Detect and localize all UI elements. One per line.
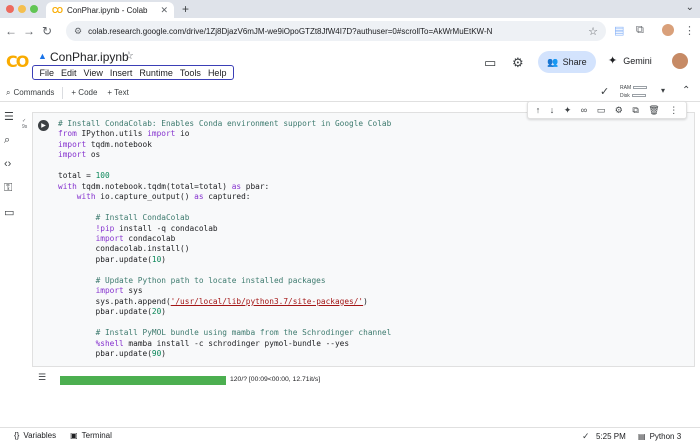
profile-avatar-icon[interactable]: [662, 24, 674, 39]
search-icon: ⌕: [6, 87, 11, 97]
new-tab-button[interactable]: +: [182, 2, 189, 16]
status-bar: {} Variables ▣ Terminal ✓ 5:25 PM ▤ Pyth…: [0, 427, 700, 443]
tab-title: ConPhar.ipynb - Colab: [67, 5, 148, 15]
browser-menu-icon[interactable]: ⋮: [684, 24, 695, 37]
extensions-puzzle-icon[interactable]: ⧉: [636, 24, 644, 37]
menu-tools[interactable]: Tools: [176, 68, 204, 78]
run-cell-button[interactable]: ▶: [38, 120, 49, 131]
cell-settings-icon[interactable]: ⚙: [615, 105, 623, 116]
runtime-label: Python 3: [649, 432, 682, 441]
gemini-sparkle-icon: ✦: [608, 55, 618, 67]
google-drive-icon: ▲: [38, 51, 47, 61]
bookmark-star-icon[interactable]: ☆: [588, 25, 598, 38]
progress-text: 120/? [00:09<00:00, 12.71it/s]: [230, 376, 321, 383]
forward-arrow-icon[interactable]: →: [20, 24, 38, 38]
resource-monitor[interactable]: RAM Disk: [620, 84, 648, 100]
terminal-button[interactable]: ▣ Terminal: [70, 431, 112, 440]
menu-runtime[interactable]: Runtime: [136, 68, 177, 78]
address-bar: ← → ↻ ⚙ colab.research.google.com/drive/…: [0, 18, 700, 44]
menu-bar: File Edit View Insert Runtime Tools Help: [32, 65, 234, 80]
runtime-status[interactable]: ▤ Python 3: [638, 432, 681, 441]
link-icon[interactable]: ∞: [581, 105, 587, 115]
window-maximize-button[interactable]: [30, 5, 38, 13]
add-text-button[interactable]: + Text: [107, 88, 128, 97]
files-folder-icon[interactable]: ▭: [4, 206, 14, 219]
commands-button[interactable]: ⌕ Commands: [6, 88, 54, 98]
comment-icon[interactable]: ▭: [484, 55, 496, 71]
ram-label: RAM: [620, 85, 632, 91]
gemini-button[interactable]: ✦ Gemini: [608, 54, 652, 67]
terminal-icon: ▣: [70, 431, 78, 440]
browser-tab-bar: CO ConPhar.ipynb - Colab ✕ + ⌄: [0, 0, 700, 18]
cell-more-icon[interactable]: ⋮: [669, 105, 678, 116]
menu-help[interactable]: Help: [204, 68, 230, 78]
code-editor[interactable]: # Install CondaColab: Enables Conda envi…: [58, 119, 678, 359]
window-minimize-button[interactable]: [18, 5, 26, 13]
url-text: colab.research.google.com/drive/1Zj8Djaz…: [88, 26, 493, 36]
terminal-label: Terminal: [81, 431, 112, 440]
window-close-button[interactable]: [6, 5, 14, 13]
back-arrow-icon[interactable]: ←: [2, 24, 20, 38]
ram-bar: [633, 86, 648, 90]
gemini-label: Gemini: [623, 55, 652, 66]
menu-insert[interactable]: Insert: [106, 68, 136, 78]
settings-gear-icon[interactable]: ⚙: [512, 55, 524, 71]
status-time: 5:25 PM: [596, 432, 626, 441]
variables-button[interactable]: {} Variables: [14, 431, 56, 440]
menu-file[interactable]: File: [36, 68, 58, 78]
tab-close-icon[interactable]: ✕: [160, 5, 168, 16]
left-rail: ☰ ⌕ ‹› ⚿ ▭: [0, 102, 20, 422]
braces-icon: {}: [14, 431, 20, 440]
notebook-title[interactable]: ConPhar.ipynb: [50, 50, 129, 64]
commands-label: Commands: [13, 88, 55, 97]
code-cell[interactable]: ▶ # Install CondaColab: Enables Conda en…: [32, 112, 695, 394]
progress-bar: [60, 376, 226, 385]
colab-logo[interactable]: CO: [6, 52, 29, 71]
move-down-icon[interactable]: ↓: [550, 105, 555, 115]
colab-header: CO ▲ ConPhar.ipynb ☆ File Edit View Inse…: [0, 46, 700, 84]
connected-check-icon: ✓: [600, 86, 610, 98]
comment-cell-icon[interactable]: ▭: [597, 105, 606, 116]
move-up-icon[interactable]: ↑: [536, 105, 541, 115]
menu-view[interactable]: View: [80, 68, 106, 78]
site-info-icon[interactable]: ⚙: [74, 26, 82, 37]
delete-cell-icon[interactable]: 🗑: [648, 105, 659, 116]
collapse-header-icon[interactable]: ⌃: [682, 85, 690, 96]
table-of-contents-icon[interactable]: ☰: [4, 110, 14, 123]
disk-label: Disk: [620, 93, 630, 99]
extension-icon[interactable]: ▤: [614, 24, 624, 37]
notebook-toolbar: ⌕ Commands + Code + Text ✓ RAM Disk ▾ ⌃: [0, 84, 700, 102]
share-label: Share: [562, 57, 587, 67]
disk-bar: [631, 94, 646, 98]
user-avatar[interactable]: [672, 53, 688, 69]
cell-output: ☰ 120/? [00:09<00:00, 12.71it/s]: [32, 366, 695, 394]
find-replace-icon[interactable]: ⌕: [4, 134, 10, 147]
url-field[interactable]: ⚙ colab.research.google.com/drive/1Zj8Dj…: [66, 21, 606, 41]
progress-fill: [60, 376, 226, 385]
tab-search-chevron-icon[interactable]: ⌄: [686, 2, 694, 13]
output-menu-icon[interactable]: ☰: [38, 372, 46, 383]
colab-favicon-icon: CO: [52, 5, 63, 15]
add-code-button[interactable]: + Code: [71, 88, 97, 97]
share-people-icon: 👥: [547, 56, 559, 67]
cell-toolbar: ↑ ↓ ✦ ∞ ▭ ⚙ ⧉ 🗑 ⋮: [527, 101, 687, 119]
share-button[interactable]: 👥 Share: [538, 51, 596, 73]
runtime-dropdown-icon[interactable]: ▾: [661, 86, 665, 95]
toolbar-divider: [62, 86, 64, 99]
gemini-cell-icon[interactable]: ✦: [564, 105, 572, 116]
cell-exec-status: ✓ 9s: [22, 118, 28, 130]
reload-icon[interactable]: ↻: [38, 24, 56, 38]
runtime-server-icon: ▤: [638, 432, 646, 441]
browser-tab[interactable]: CO ConPhar.ipynb - Colab ✕: [46, 2, 174, 18]
secrets-key-icon[interactable]: ⚿: [4, 182, 12, 195]
menu-edit[interactable]: Edit: [58, 68, 81, 78]
code-line: # Install CondaColab: Enables Conda envi…: [58, 119, 392, 128]
star-notebook-icon[interactable]: ☆: [124, 49, 134, 62]
variables-label: Variables: [23, 431, 57, 440]
code-snippets-icon[interactable]: ‹›: [4, 158, 11, 170]
status-check-icon: ✓: [582, 431, 590, 441]
mirror-cell-icon[interactable]: ⧉: [632, 105, 638, 116]
